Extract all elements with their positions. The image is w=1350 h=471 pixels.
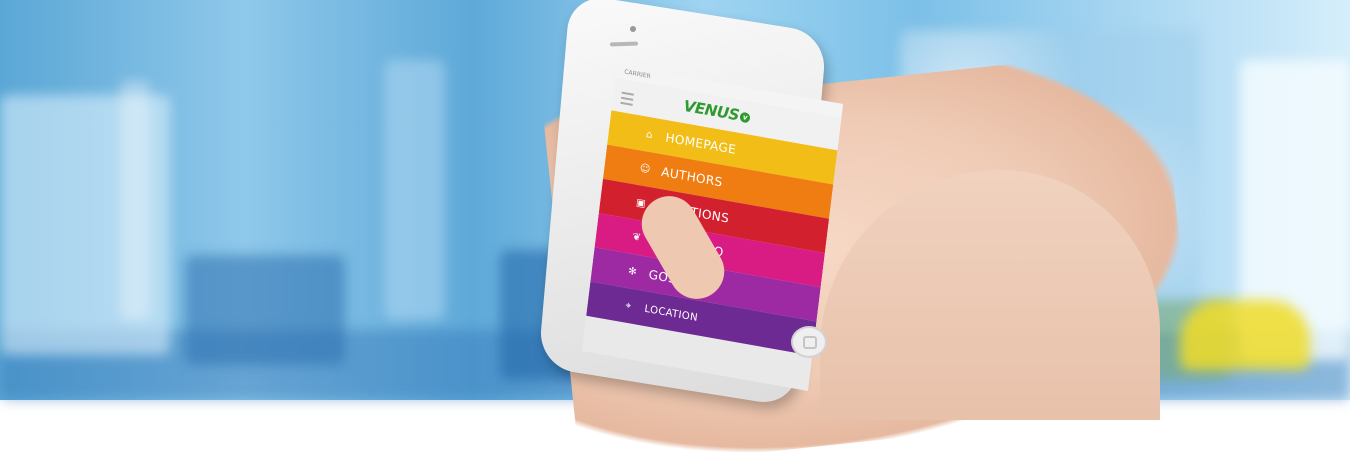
background-desk [185,255,345,365]
user-icon: ☺ [639,162,652,176]
navigation-menu: ⌂ HOMEPAGE ☺ AUTHORS ▣ SOLUTIONS ❦ PORTF… [586,110,838,356]
smartphone: CARRIER VENUSv ⌂ HOMEPAGE ☺ AUTHORS ▣ SO… [537,0,870,408]
background-yellow-chair [1180,300,1310,370]
logo-text: VENUS [682,96,741,125]
front-camera [630,26,636,32]
hamburger-menu-icon[interactable] [620,91,634,106]
background-lamp [120,80,150,320]
menu-item-label: LOCATION [643,303,699,324]
home-icon: ⌂ [645,128,654,141]
menu-item-label: HOMEPAGE [664,130,737,157]
logo-tag: v [739,111,751,123]
app-logo: VENUS v [683,97,752,127]
location-pin-icon: ⌖ [624,299,633,312]
status-carrier: CARRIER [623,68,652,81]
feather-icon: ❦ [631,230,642,244]
background-column [385,60,445,320]
sun-icon: ✻ [627,265,638,278]
home-button[interactable] [791,326,827,358]
menu-item-label: AUTHORS [660,164,724,190]
